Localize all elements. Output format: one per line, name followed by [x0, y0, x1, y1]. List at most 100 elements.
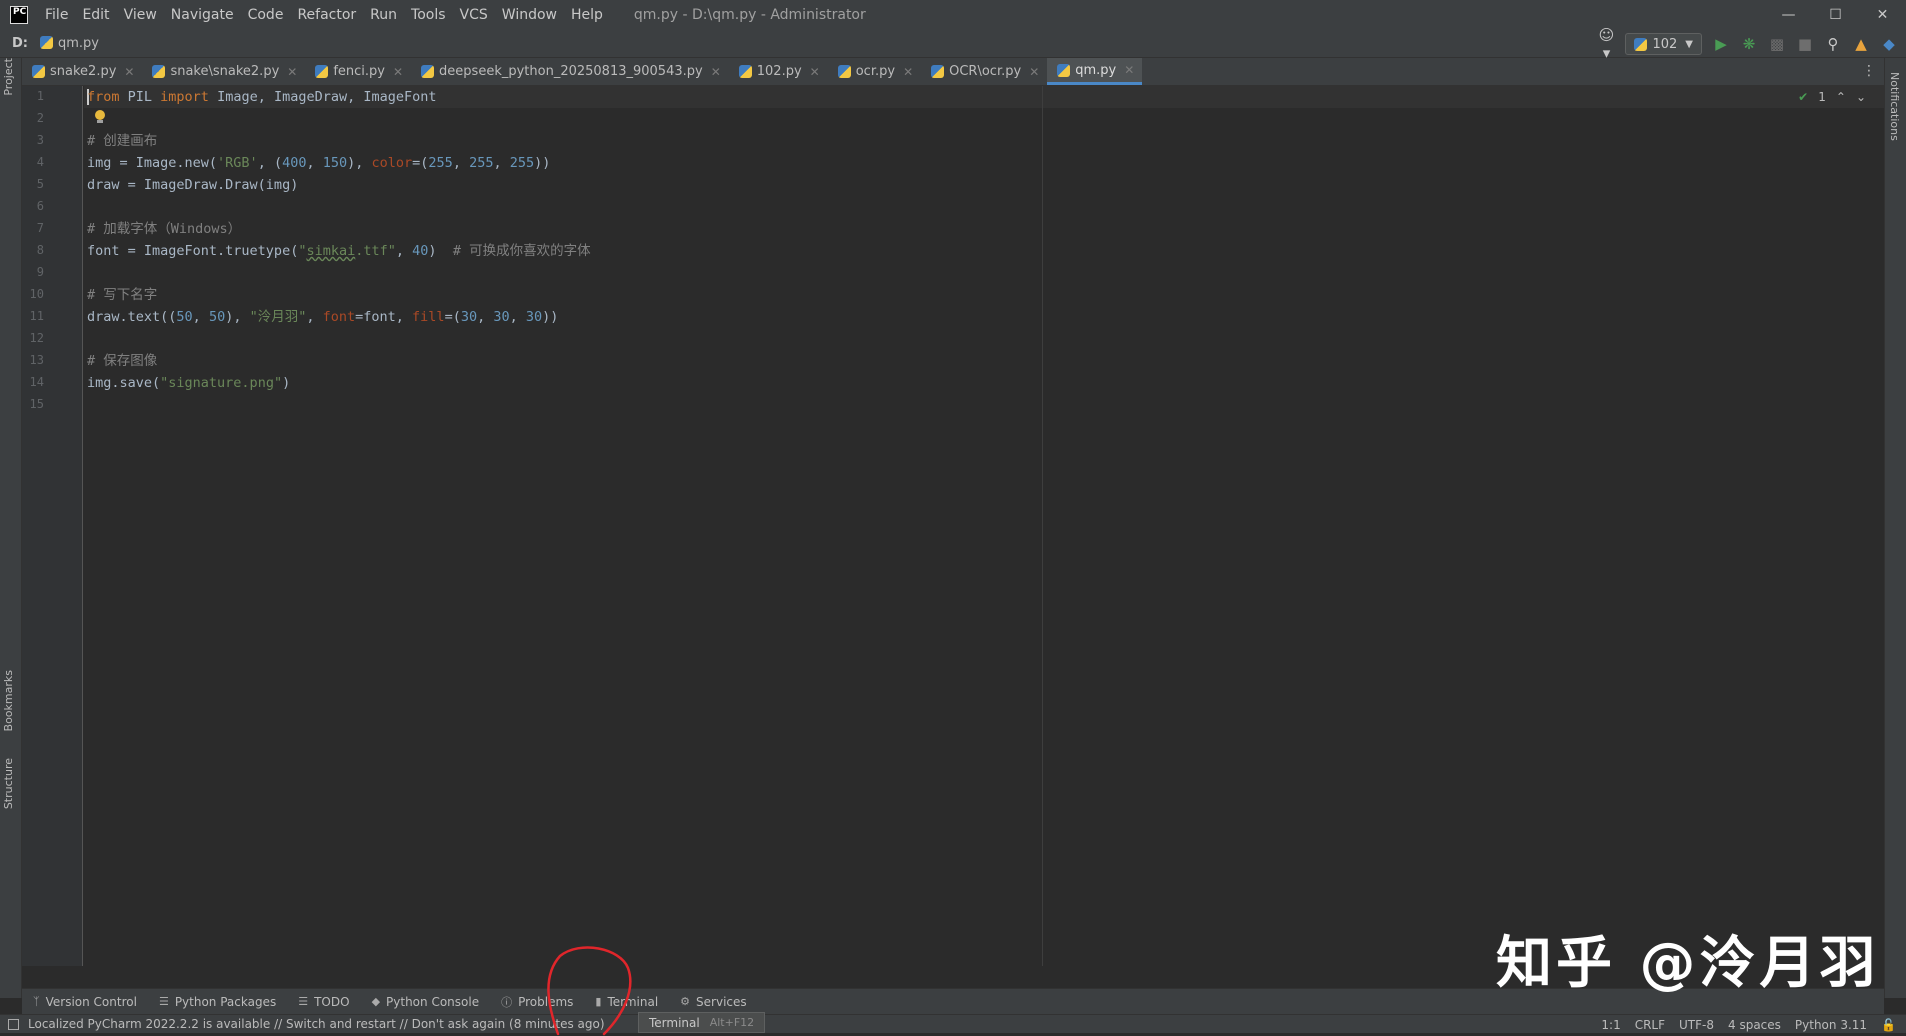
- tool-label: TODO: [314, 994, 350, 1009]
- number-literal: 255: [428, 155, 453, 171]
- indent-setting[interactable]: 4 spaces: [1728, 1018, 1781, 1032]
- tab-ocr-ocr[interactable]: OCR\ocr.py ✕: [921, 58, 1047, 85]
- tab-snake2[interactable]: snake2.py ✕: [22, 58, 142, 85]
- status-message[interactable]: Localized PyCharm 2022.2.2 is available …: [28, 1017, 605, 1031]
- tab-deepseek-python[interactable]: deepseek_python_20250813_900543.py ✕: [411, 58, 729, 85]
- code-editor[interactable]: from PIL import Image, ImageDraw, ImageF…: [84, 86, 1884, 966]
- debug-bug-icon[interactable]: ❋: [1740, 35, 1758, 53]
- line-number: 7: [36, 221, 44, 235]
- gear-icon: ⚙: [680, 995, 691, 1008]
- code-text: ,: [493, 155, 510, 171]
- tab-label: fenci.py: [333, 64, 385, 79]
- maximize-icon[interactable]: ☐: [1812, 0, 1859, 30]
- close-icon[interactable]: ✕: [711, 65, 721, 79]
- services-tool-button[interactable]: ⚙ Services: [669, 995, 757, 1009]
- keyword: from: [87, 89, 120, 105]
- window-controls: — ☐ ✕: [1765, 0, 1906, 30]
- number-literal: 30: [525, 309, 543, 325]
- branch-icon: ᛉ: [33, 995, 40, 1008]
- tab-ocr[interactable]: ocr.py ✕: [828, 58, 921, 85]
- line-separator[interactable]: CRLF: [1635, 1018, 1665, 1032]
- file-encoding[interactable]: UTF-8: [1679, 1018, 1714, 1032]
- red-circle-annotation: [547, 946, 632, 1036]
- code-text: font = ImageFont.truetype(: [87, 243, 299, 259]
- tab-label: OCR\ocr.py: [949, 64, 1022, 79]
- tab-fenci[interactable]: fenci.py ✕: [305, 58, 411, 85]
- python-console-tool-button[interactable]: ◆ Python Console: [361, 995, 491, 1009]
- menu-vcs[interactable]: VCS: [453, 7, 495, 23]
- update-icon[interactable]: ▲: [1852, 35, 1870, 53]
- code-line-4: img = Image.new('RGB', (400, 150), color…: [87, 152, 550, 174]
- menu-window[interactable]: Window: [495, 7, 564, 23]
- menu-refactor[interactable]: Refactor: [290, 7, 363, 23]
- code-text: Image, ImageDraw, ImageFont: [208, 89, 437, 105]
- code-text: ): [428, 243, 453, 259]
- comment: # 可换成你喜欢的字体: [452, 243, 591, 259]
- close-icon[interactable]: ✕: [393, 65, 403, 79]
- lock-icon[interactable]: 🔓: [1881, 1018, 1896, 1032]
- tab-label: deepseek_python_20250813_900543.py: [439, 64, 703, 79]
- number-literal: 30: [493, 309, 510, 325]
- run-configuration-label: 102: [1652, 36, 1678, 52]
- number-literal: 40: [412, 243, 429, 259]
- menu-run[interactable]: Run: [363, 7, 404, 23]
- python-interpreter[interactable]: Python 3.11: [1795, 1018, 1867, 1032]
- line-number: 6: [36, 199, 44, 213]
- menu-tools[interactable]: Tools: [404, 7, 453, 23]
- tool-windows-toggle-icon[interactable]: [8, 1019, 19, 1030]
- tab-snake-snake2[interactable]: snake\snake2.py ✕: [142, 58, 305, 85]
- number-literal: 255: [469, 155, 494, 171]
- close-icon[interactable]: ✕: [287, 65, 297, 79]
- version-control-tool-button[interactable]: ᛉ Version Control: [22, 995, 148, 1009]
- notifications-tool-button[interactable]: Notifications: [1888, 72, 1901, 141]
- chevron-down-icon[interactable]: ⌄: [1856, 90, 1866, 104]
- code-line-10: # 写下名字: [87, 287, 158, 303]
- tab-102[interactable]: 102.py ✕: [729, 58, 828, 85]
- stop-icon[interactable]: ■: [1796, 35, 1814, 53]
- code-text: ),: [225, 309, 250, 325]
- close-icon[interactable]: ✕: [1124, 63, 1134, 77]
- tool-label: Python Packages: [174, 994, 277, 1009]
- jetbrains-toolbox-icon[interactable]: ◆: [1880, 35, 1898, 53]
- structure-tool-button[interactable]: Structure: [2, 758, 20, 809]
- python-packages-tool-button[interactable]: ☰ Python Packages: [148, 995, 287, 1009]
- python-console-icon: ◆: [371, 995, 381, 1008]
- breadcrumb-file[interactable]: qm.py: [40, 36, 99, 51]
- bookmarks-tool-button[interactable]: Bookmarks: [2, 670, 20, 731]
- minimize-icon[interactable]: —: [1765, 0, 1812, 30]
- lightbulb-icon[interactable]: [94, 110, 106, 124]
- caret-position[interactable]: 1:1: [1601, 1018, 1620, 1032]
- close-icon[interactable]: ✕: [810, 65, 820, 79]
- tab-qm[interactable]: qm.py ✕: [1047, 58, 1143, 85]
- chevron-up-icon[interactable]: ⌃: [1836, 90, 1846, 104]
- menu-help[interactable]: Help: [564, 7, 610, 23]
- code-text: =(: [412, 155, 429, 171]
- run-configuration-dropdown[interactable]: 102 ▼: [1625, 33, 1702, 55]
- run-icon[interactable]: ▶: [1712, 35, 1730, 53]
- todo-tool-button[interactable]: ☰ TODO: [287, 995, 360, 1009]
- close-icon[interactable]: ✕: [1859, 0, 1906, 30]
- line-number: 5: [36, 177, 44, 191]
- number-literal: 50: [176, 309, 193, 325]
- code-line-11: draw.text((50, 50), "泠月羽", font=font, fi…: [87, 306, 558, 328]
- more-vertical-icon[interactable]: ⋮: [1862, 63, 1876, 79]
- search-icon[interactable]: ⚲: [1824, 35, 1842, 53]
- run-with-coverage-icon[interactable]: ▩: [1768, 35, 1786, 53]
- project-tool-button[interactable]: Project: [2, 58, 20, 96]
- close-icon[interactable]: ✕: [903, 65, 913, 79]
- menu-edit[interactable]: Edit: [75, 7, 116, 23]
- editor-tab-bar: snake2.py ✕ snake\snake2.py ✕ fenci.py ✕ de…: [22, 58, 1884, 86]
- user-account-icon[interactable]: ☺▾: [1597, 26, 1615, 62]
- breadcrumb-drive[interactable]: D:: [12, 36, 28, 51]
- menu-navigate[interactable]: Navigate: [164, 7, 241, 23]
- menu-view[interactable]: View: [117, 7, 164, 23]
- string-literal: "泠月羽": [249, 309, 307, 325]
- close-icon[interactable]: ✕: [1029, 65, 1039, 79]
- tab-label: snake2.py: [50, 64, 117, 79]
- close-icon[interactable]: ✕: [124, 65, 134, 79]
- inspection-widget[interactable]: ✔ 1 ⌃ ⌄: [1798, 90, 1866, 104]
- menu-code[interactable]: Code: [241, 7, 291, 23]
- menu-file[interactable]: File: [38, 7, 75, 23]
- code-line-14: img.save("signature.png"): [87, 372, 290, 394]
- code-text: ,: [192, 309, 209, 325]
